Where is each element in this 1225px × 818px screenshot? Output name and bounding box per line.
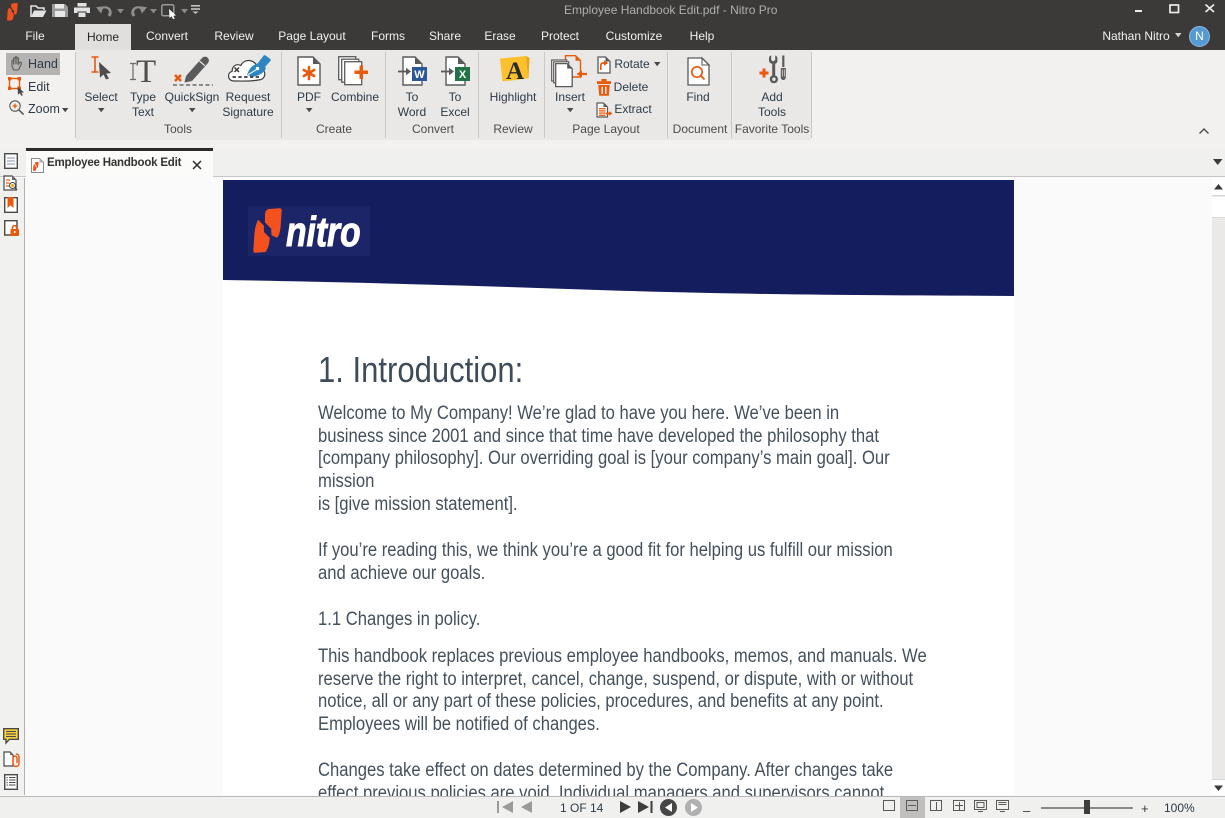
svg-text:X: X [459, 69, 467, 81]
svg-text:W: W [414, 69, 425, 81]
